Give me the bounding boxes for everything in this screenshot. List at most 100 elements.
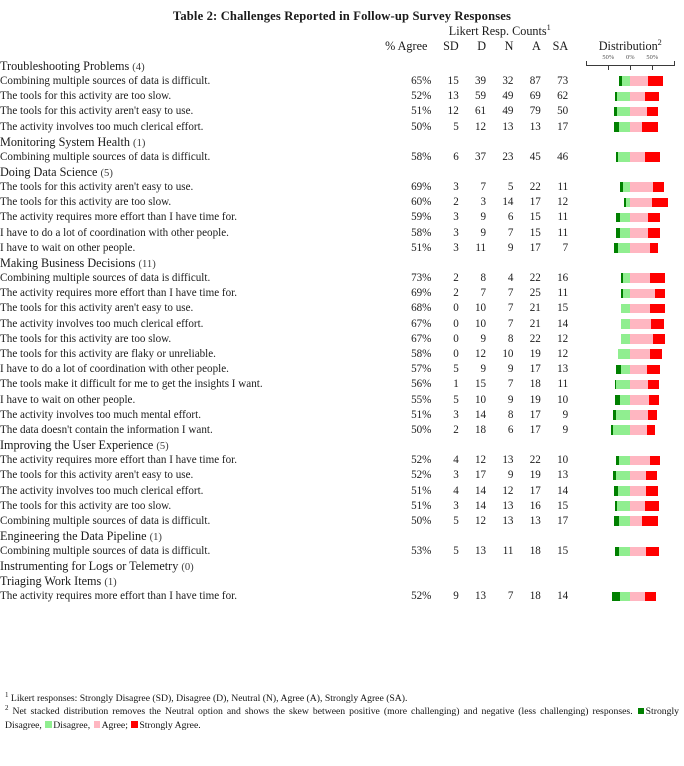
distribution-cell bbox=[577, 484, 684, 499]
cell-a: 17 bbox=[529, 424, 541, 437]
distribution-cell bbox=[577, 393, 684, 408]
section-row-spacer bbox=[459, 574, 486, 589]
cell-d: 7 bbox=[480, 181, 487, 194]
section-row-spacer bbox=[459, 438, 486, 453]
bar-segment-strongly-agree bbox=[645, 486, 659, 496]
cell-a: 22 bbox=[529, 454, 541, 467]
cell-sa: 9 bbox=[562, 408, 569, 421]
section-count: (5) bbox=[100, 168, 113, 180]
distribution-cell bbox=[577, 271, 684, 286]
cell-d: 14 bbox=[475, 484, 487, 497]
cell-sa: 11 bbox=[557, 211, 569, 224]
cell-percent-agree: 51% bbox=[411, 499, 432, 512]
cell-n: 13 bbox=[502, 499, 514, 512]
table-row: The tools for this activity are too slow… bbox=[0, 89, 684, 104]
cell-n: 9 bbox=[507, 393, 514, 406]
cell-sd: 13 bbox=[447, 90, 459, 103]
row-gap bbox=[568, 332, 576, 347]
bar-segment-disagree bbox=[619, 228, 631, 238]
bar-segment-agree bbox=[630, 516, 643, 527]
header-spacer-gap bbox=[568, 24, 576, 39]
section-row-spacer bbox=[381, 135, 432, 150]
section-row: Making Business Decisions (11) bbox=[0, 256, 684, 271]
cell-n: 6 bbox=[507, 211, 514, 224]
stacked-bar bbox=[613, 470, 658, 481]
section-heading: Triaging Work Items (1) bbox=[0, 574, 381, 589]
cell-sd: 5 bbox=[453, 120, 459, 133]
column-header-n: N bbox=[504, 39, 514, 53]
cell-a: 15 bbox=[529, 226, 541, 239]
table-row: The activity involves too much clerical … bbox=[0, 484, 684, 499]
cell-d: 59 bbox=[475, 90, 487, 103]
section-row-spacer bbox=[513, 256, 540, 271]
table-row: The tools for this activity are too slow… bbox=[0, 195, 684, 210]
bar-segment-disagree bbox=[619, 212, 631, 223]
bar-segment-strongly-agree bbox=[652, 197, 668, 208]
cell-sd: 2 bbox=[453, 287, 459, 300]
section-row-spacer bbox=[459, 559, 486, 574]
cell-a: 17 bbox=[529, 241, 541, 254]
bar-segment-disagree bbox=[618, 349, 631, 360]
bar-segment-agree bbox=[630, 106, 648, 117]
section-row-spacer bbox=[381, 54, 432, 74]
stacked-bar bbox=[614, 122, 659, 132]
bar-segment-agree bbox=[630, 379, 648, 390]
section-row-spacer bbox=[541, 529, 568, 544]
cell-n: 9 bbox=[507, 363, 514, 376]
section-row-spacer bbox=[513, 574, 540, 589]
cell-d: 9 bbox=[480, 363, 487, 376]
bar-segment-agree bbox=[630, 591, 645, 602]
distribution-axis-cell bbox=[577, 165, 684, 180]
cell-percent-agree: 60% bbox=[411, 196, 432, 209]
cell-percent-agree: 58% bbox=[411, 226, 432, 239]
distribution-cell bbox=[577, 453, 684, 468]
cell-sd: 12 bbox=[447, 105, 459, 118]
row-label: The tools for this activity aren't easy … bbox=[0, 181, 194, 194]
bar-segment-strongly-agree bbox=[645, 91, 659, 102]
cell-sa: 13 bbox=[557, 363, 569, 376]
row-gap bbox=[568, 544, 576, 559]
row-label: Combining multiple sources of data is di… bbox=[0, 75, 211, 87]
row-gap bbox=[568, 120, 576, 135]
header-spacer bbox=[0, 24, 381, 39]
bar-segment-agree bbox=[630, 182, 653, 193]
section-row-spacer bbox=[381, 529, 432, 544]
cell-a: 21 bbox=[529, 302, 541, 315]
cell-d: 12 bbox=[475, 120, 487, 133]
cell-d: 10 bbox=[475, 317, 487, 330]
distribution-bar bbox=[580, 120, 680, 135]
row-label: The tools for this activity aren't easy … bbox=[0, 105, 194, 118]
stacked-bar bbox=[620, 319, 665, 329]
cell-percent-agree: 51% bbox=[411, 105, 432, 118]
cell-n: 13 bbox=[502, 515, 514, 528]
bar-segment-agree bbox=[630, 470, 647, 481]
section-count: (5) bbox=[156, 441, 169, 453]
distribution-bar bbox=[580, 89, 680, 104]
distribution-bar bbox=[580, 74, 680, 89]
distribution-axis-cell bbox=[577, 574, 684, 589]
section-row-spacer bbox=[486, 54, 513, 74]
cell-sd: 2 bbox=[453, 424, 459, 437]
distribution-bar bbox=[580, 180, 680, 195]
column-header-sd: SD bbox=[443, 39, 459, 53]
cell-sd: 5 bbox=[453, 515, 459, 528]
section-row-spacer bbox=[486, 438, 513, 453]
table-row: The activity requires more effort than I… bbox=[0, 453, 684, 468]
table-row: The data doesn't contain the information… bbox=[0, 423, 684, 438]
cell-sd: 3 bbox=[453, 499, 459, 512]
cell-a: 15 bbox=[529, 211, 541, 224]
section-row-spacer bbox=[486, 135, 513, 150]
section-row-spacer bbox=[568, 559, 576, 574]
cell-sa: 10 bbox=[557, 393, 569, 406]
section-row-spacer bbox=[486, 256, 513, 271]
row-label: I have to do a lot of coordination with … bbox=[0, 363, 229, 376]
cell-n: 8 bbox=[507, 408, 514, 421]
section-row: Troubleshooting Problems (4) 50% 0% 50% bbox=[0, 54, 684, 74]
row-gap bbox=[568, 286, 576, 301]
section-count: (11) bbox=[138, 259, 156, 271]
row-gap bbox=[568, 301, 576, 316]
table-row: Combining multiple sources of data is di… bbox=[0, 74, 684, 89]
section-row-spacer bbox=[486, 529, 513, 544]
row-label: The activity involves too much clerical … bbox=[0, 120, 204, 133]
bar-segment-disagree bbox=[615, 410, 631, 420]
